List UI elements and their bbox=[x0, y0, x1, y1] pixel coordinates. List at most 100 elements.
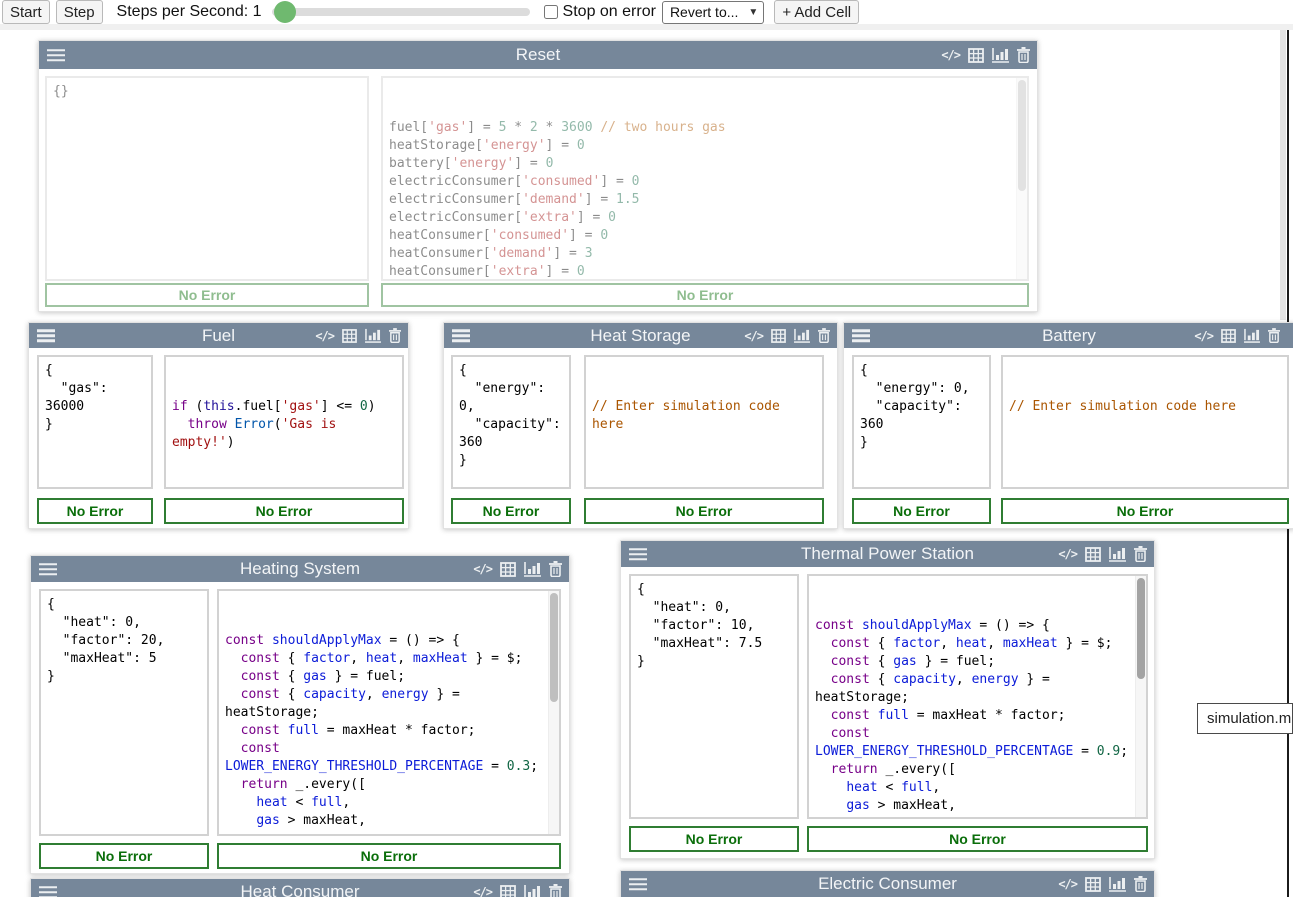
drag-handle-icon[interactable] bbox=[452, 327, 470, 345]
chart-view-icon[interactable] bbox=[992, 47, 1009, 63]
chart-view-icon[interactable] bbox=[524, 884, 541, 897]
cell-header: Reset </> bbox=[39, 41, 1037, 69]
chart-view-icon[interactable] bbox=[794, 328, 810, 343]
state-json-editor[interactable]: { "gas": 36000 } bbox=[37, 355, 153, 489]
cell-electric-consumer: Electric Consumer </> bbox=[620, 870, 1155, 897]
cell-header: Heating System </> bbox=[31, 556, 569, 582]
table-view-icon[interactable] bbox=[500, 562, 516, 577]
state-json-editor[interactable]: { "energy": 0, "capacity": 360 } bbox=[451, 355, 571, 489]
code-view-icon[interactable]: </> bbox=[473, 562, 492, 576]
code-editor[interactable]: if (this.fuel['gas'] <= 0) throw Error('… bbox=[164, 355, 404, 489]
chart-view-icon[interactable] bbox=[365, 328, 381, 343]
state-json-editor[interactable]: { "energy": 0, "capacity": 360 } bbox=[852, 355, 991, 489]
delete-cell-icon[interactable] bbox=[1017, 47, 1030, 63]
code-status: No Error bbox=[217, 843, 561, 869]
steps-per-second-slider[interactable] bbox=[272, 1, 530, 23]
code-status: No Error bbox=[1001, 498, 1289, 524]
chart-view-icon[interactable] bbox=[524, 561, 541, 577]
drag-handle-icon[interactable] bbox=[629, 545, 647, 563]
state-status: No Error bbox=[39, 843, 209, 869]
table-view-icon[interactable] bbox=[1221, 329, 1236, 343]
delete-cell-icon[interactable] bbox=[1134, 876, 1147, 892]
cell-heating-system: Heating System </> { "heat": 0, "factor"… bbox=[30, 555, 570, 874]
add-cell-button[interactable]: + Add Cell bbox=[774, 0, 859, 24]
code-scrollbar[interactable] bbox=[1135, 576, 1146, 817]
filename-tooltip: simulation.m bbox=[1197, 703, 1293, 734]
cell-battery: Battery </> { "energy": 0, "capacity": 3… bbox=[843, 322, 1293, 529]
slider-track[interactable] bbox=[272, 8, 530, 16]
table-view-icon[interactable] bbox=[1085, 547, 1101, 562]
code-status: No Error bbox=[381, 283, 1029, 307]
drag-handle-icon[interactable] bbox=[39, 883, 57, 897]
code-editor[interactable]: const shouldApplyMax = () => { const { f… bbox=[807, 574, 1148, 819]
delete-cell-icon[interactable] bbox=[549, 884, 562, 897]
cell-reset: Reset </> {} fuel['gas'] = 5 * 2 * 3600 … bbox=[38, 40, 1038, 312]
state-status: No Error bbox=[45, 283, 369, 307]
cell-title: Reset bbox=[39, 41, 1037, 69]
steps-per-second-label: Steps per Second: 1 bbox=[117, 3, 262, 21]
cell-header: Battery </> bbox=[844, 323, 1293, 348]
chart-view-icon[interactable] bbox=[1244, 328, 1260, 343]
revert-to-select[interactable]: Revert to... ▼ bbox=[662, 1, 764, 24]
step-button[interactable]: Step bbox=[56, 0, 103, 24]
delete-cell-icon[interactable] bbox=[818, 328, 830, 343]
state-json-editor[interactable]: { "heat": 0, "factor": 20, "maxHeat": 5 … bbox=[39, 589, 209, 836]
delete-cell-icon[interactable] bbox=[549, 561, 562, 577]
steps-per-second-value: 1 bbox=[253, 3, 262, 20]
stop-on-error-checkbox[interactable] bbox=[544, 5, 558, 19]
revert-to-value: Revert to... bbox=[670, 4, 738, 20]
table-view-icon[interactable] bbox=[500, 885, 516, 897]
code-editor[interactable]: // Enter simulation code here bbox=[584, 355, 824, 489]
table-view-icon[interactable] bbox=[1085, 877, 1101, 892]
chart-view-icon[interactable] bbox=[1109, 546, 1126, 562]
cell-fuel: Fuel </> { "gas": 36000 } if (this.fuel[… bbox=[28, 322, 409, 529]
code-status: No Error bbox=[807, 826, 1148, 852]
state-status: No Error bbox=[37, 498, 153, 524]
state-json-editor[interactable]: { "heat": 0, "factor": 10, "maxHeat": 7.… bbox=[629, 574, 799, 819]
delete-cell-icon[interactable] bbox=[1268, 328, 1280, 343]
drag-handle-icon[interactable] bbox=[37, 327, 55, 345]
chart-view-icon[interactable] bbox=[1109, 876, 1126, 892]
cell-heat-storage: Heat Storage </> { "energy": 0, "capacit… bbox=[443, 322, 838, 529]
cell-header: Heat Consumer </> bbox=[31, 879, 569, 897]
code-editor[interactable]: const shouldApplyMax = () => { const { f… bbox=[217, 589, 561, 836]
chevron-down-icon: ▼ bbox=[748, 7, 758, 18]
drag-handle-icon[interactable] bbox=[852, 327, 870, 345]
simulation-page: simulation.m Start Step Steps per Second… bbox=[0, 0, 1293, 897]
drag-handle-icon[interactable] bbox=[47, 46, 65, 64]
code-editor[interactable]: fuel['gas'] = 5 * 2 * 3600 // two hours … bbox=[381, 76, 1029, 281]
code-status: No Error bbox=[584, 498, 824, 524]
delete-cell-icon[interactable] bbox=[389, 328, 401, 343]
table-view-icon[interactable] bbox=[968, 48, 984, 63]
drag-handle-icon[interactable] bbox=[39, 560, 57, 578]
delete-cell-icon[interactable] bbox=[1134, 546, 1147, 562]
code-view-icon[interactable]: </> bbox=[744, 329, 763, 343]
cell-header: Heat Storage </> bbox=[444, 323, 837, 348]
state-status: No Error bbox=[852, 498, 991, 524]
background-scrollbar-track bbox=[1280, 0, 1286, 320]
cell-heat-consumer: Heat Consumer </> bbox=[30, 878, 570, 897]
code-scrollbar[interactable] bbox=[548, 591, 559, 834]
cell-header: Fuel </> bbox=[29, 323, 408, 348]
code-status: No Error bbox=[164, 498, 404, 524]
stop-on-error-label: Stop on error bbox=[563, 3, 656, 21]
table-view-icon[interactable] bbox=[771, 329, 786, 343]
start-button[interactable]: Start bbox=[2, 0, 50, 24]
cell-header: Thermal Power Station </> bbox=[621, 541, 1154, 567]
drag-handle-icon[interactable] bbox=[629, 875, 647, 893]
code-view-icon[interactable]: </> bbox=[315, 329, 334, 343]
slider-handle[interactable] bbox=[274, 1, 296, 23]
code-view-icon[interactable]: </> bbox=[473, 885, 492, 897]
code-editor[interactable]: // Enter simulation code here bbox=[1001, 355, 1289, 489]
state-json-editor[interactable]: {} bbox=[45, 76, 369, 281]
code-view-icon[interactable]: </> bbox=[1058, 877, 1077, 891]
code-view-icon[interactable]: </> bbox=[941, 48, 960, 62]
state-status: No Error bbox=[451, 498, 571, 524]
code-view-icon[interactable]: </> bbox=[1194, 329, 1213, 343]
cell-header: Electric Consumer </> bbox=[621, 871, 1154, 897]
toolbar: Start Step Steps per Second: 1 Stop on e… bbox=[0, 0, 1293, 30]
table-view-icon[interactable] bbox=[342, 329, 357, 343]
cell-thermal-power-station: Thermal Power Station </> { "heat": 0, "… bbox=[620, 540, 1155, 859]
code-scrollbar[interactable] bbox=[1016, 78, 1027, 279]
code-view-icon[interactable]: </> bbox=[1058, 547, 1077, 561]
